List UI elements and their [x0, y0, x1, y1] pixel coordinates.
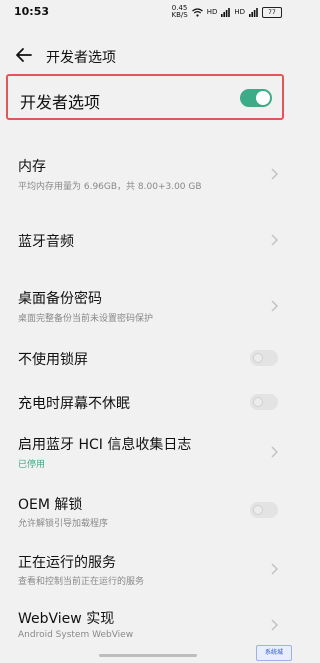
list-item-bluetooth-audio[interactable]: 蓝牙音频: [0, 216, 296, 264]
list-item-memory[interactable]: 内存 平均内存用量为 6.96GB，共 8.00+3.00 GB: [0, 148, 296, 204]
list-item-webview-implementation[interactable]: WebView 实现 Android System WebView: [0, 600, 296, 650]
item-subtitle: 桌面完整备份当前未设置密码保护: [18, 314, 154, 324]
item-label: 桌面备份密码: [18, 291, 102, 307]
list-item-disable-lock-screen[interactable]: 不使用锁屏: [0, 340, 296, 376]
item-subtitle: Android System WebView: [18, 630, 134, 640]
developer-options-label: 开发者选项: [20, 93, 101, 112]
developer-options-master-row[interactable]: 开发者选项: [6, 74, 284, 120]
gesture-nav-bar[interactable]: [99, 654, 197, 657]
chevron-right-icon: [271, 563, 278, 575]
chevron-right-icon: [271, 234, 278, 246]
list-item-stay-awake[interactable]: 充电时屏幕不休眠: [0, 384, 296, 420]
back-arrow-icon[interactable]: [14, 45, 34, 65]
item-label: 蓝牙音频: [18, 234, 74, 250]
chevron-right-icon: [271, 300, 278, 312]
list-item-running-services[interactable]: 正在运行的服务 查看和控制当前正在运行的服务: [0, 544, 296, 594]
list-item-oem-unlock[interactable]: OEM 解锁 允许解锁引导加载程序: [0, 486, 296, 536]
status-bar: 10:53 0.45 KB/S HD HD 77: [0, 0, 296, 24]
status-time: 10:53: [14, 5, 50, 18]
signal-right-label: HD: [234, 8, 245, 16]
item-label: 内存: [18, 159, 46, 175]
page-title: 开发者选项: [46, 50, 116, 66]
item-subtitle: 允许解锁引导加载程序: [18, 519, 109, 529]
watermark-logo: 系统城: [256, 645, 292, 661]
stay-awake-toggle[interactable]: [250, 394, 278, 410]
item-label: 正在运行的服务: [18, 555, 116, 571]
signal-icon: [249, 7, 258, 17]
toggle-knob: [253, 505, 263, 515]
item-label: 启用蓝牙 HCI 信息收集日志: [18, 437, 192, 453]
item-subtitle: 查看和控制当前正在运行的服务: [18, 577, 145, 587]
list-item-bluetooth-hci-log[interactable]: 启用蓝牙 HCI 信息收集日志 已停用: [0, 426, 296, 478]
item-label: WebView 实现: [18, 611, 115, 627]
oem-unlock-toggle[interactable]: [250, 502, 278, 518]
disable-lock-screen-toggle[interactable]: [250, 350, 278, 366]
item-status: 已停用: [18, 460, 46, 470]
battery-icon: 77: [262, 6, 282, 18]
chevron-right-icon: [271, 168, 278, 180]
app-bar: 开发者选项: [0, 38, 296, 74]
signal-icon: [221, 7, 231, 17]
developer-options-toggle[interactable]: [240, 89, 272, 107]
item-subtitle: 平均内存用量为 6.96GB，共 8.00+3.00 GB: [18, 182, 202, 192]
network-speed: 0.45 KB/S: [171, 4, 188, 19]
chevron-right-icon: [271, 619, 278, 631]
toggle-knob: [253, 353, 263, 363]
toggle-knob: [256, 91, 270, 105]
list-item-desktop-backup-password[interactable]: 桌面备份密码 桌面完整备份当前未设置密码保护: [0, 280, 296, 336]
chevron-right-icon: [271, 446, 278, 458]
item-label: 不使用锁屏: [18, 352, 88, 368]
wifi-icon: [191, 7, 203, 17]
toggle-knob: [253, 397, 263, 407]
item-label: 充电时屏幕不休眠: [18, 396, 130, 412]
item-label: OEM 解锁: [18, 497, 83, 513]
status-icons: 0.45 KB/S HD HD 77: [171, 5, 282, 19]
signal-left-label: HD: [206, 8, 218, 16]
